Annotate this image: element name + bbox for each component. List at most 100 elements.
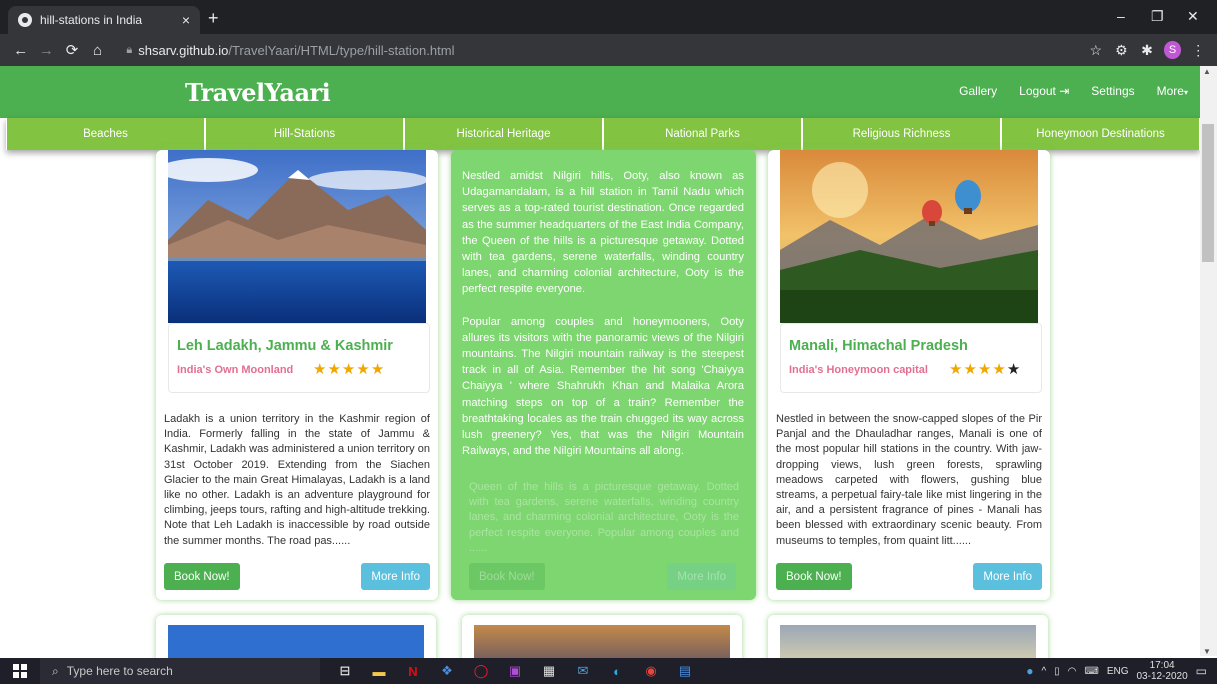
destination-tagline: India's Honeymoon capital xyxy=(789,364,928,376)
faded-description: Queen of the hills is a picturesque geta… xyxy=(469,481,739,554)
destination-card-ooty[interactable]: Queen of the hills is a picturesque geta… xyxy=(451,150,756,600)
star-icon: ★ xyxy=(356,361,371,378)
forward-arrow-icon[interactable]: → xyxy=(34,42,60,59)
star-empty-icon: ★ xyxy=(1006,361,1022,378)
opera-icon[interactable]: ◯ xyxy=(464,658,498,684)
profile-avatar[interactable]: S xyxy=(1163,41,1182,59)
nav-logout[interactable]: Logout ⇥ xyxy=(1019,84,1069,98)
nav-more[interactable]: More▾ xyxy=(1157,84,1188,98)
netflix-icon[interactable]: N xyxy=(396,658,430,684)
notification-icon[interactable]: ▭ xyxy=(1196,664,1207,678)
site-header: TravelYaari Gallery Logout ⇥ Settings Mo… xyxy=(0,66,1210,118)
overlay-paragraph-1: Nestled amidst Nilgiri hills, Ooty, also… xyxy=(462,170,744,296)
destination-title: Manali, Himachal Pradesh xyxy=(789,338,968,354)
category-hill-stations[interactable]: Hill-Stations xyxy=(205,118,404,150)
star-icon: ★ xyxy=(341,361,357,378)
nav-more-label: More xyxy=(1156,84,1184,98)
windows-logo-icon xyxy=(13,664,27,678)
clock-time: 17:04 xyxy=(1149,660,1175,671)
book-now-button[interactable]: Book Now! xyxy=(776,563,852,590)
book-now-button[interactable]: Book Now! xyxy=(469,563,545,590)
back-arrow-icon[interactable]: ← xyxy=(8,42,34,59)
browser-tab-bar: hill-stations in India × + – ❐ ✕ xyxy=(0,0,1217,34)
file-explorer-icon[interactable]: ▬ xyxy=(362,658,396,684)
star-icon: ★ xyxy=(963,361,978,378)
browser-tab[interactable]: hill-stations in India × xyxy=(8,6,200,34)
category-honeymoon-destinations[interactable]: Honeymoon Destinations xyxy=(1001,118,1200,150)
star-icon: ★ xyxy=(370,361,386,378)
category-beaches[interactable]: Beaches xyxy=(6,118,205,150)
app-icon[interactable]: ▤ xyxy=(668,658,702,684)
start-button[interactable] xyxy=(0,664,40,678)
store-icon[interactable]: ▦ xyxy=(532,658,566,684)
task-view-icon[interactable]: ⊟ xyxy=(328,658,362,684)
nav-gallery[interactable]: Gallery xyxy=(959,84,997,98)
url-field[interactable]: 🔒︎ shsarv.github.io /TravelYaari/HTML/ty… xyxy=(118,38,1083,62)
caret-down-icon: ▾ xyxy=(1183,88,1188,97)
language-indicator[interactable]: ENG xyxy=(1107,666,1129,677)
help-icon[interactable]: ● xyxy=(1026,664,1033,678)
rating-stars: ★★★★★ xyxy=(949,360,1021,378)
nav-settings[interactable]: Settings xyxy=(1091,84,1134,98)
category-historical-heritage[interactable]: Historical Heritage xyxy=(404,118,603,150)
minimize-button[interactable]: – xyxy=(1117,8,1125,24)
destination-description: Ladakh is a union territory in the Kashm… xyxy=(164,413,430,547)
clock[interactable]: 17:04 03-12-2020 xyxy=(1137,660,1188,682)
destination-description: Nestled in between the snow-capped slope… xyxy=(776,413,1042,547)
destination-card-manali: Manali, Himachal Pradesh India's Honeymo… xyxy=(768,150,1050,600)
scrollbar-thumb[interactable] xyxy=(1202,124,1214,262)
more-info-button[interactable]: More Info xyxy=(667,563,736,590)
overlay-text: Nestled amidst Nilgiri hills, Ooty, also… xyxy=(462,168,744,475)
scroll-down-arrow-icon[interactable]: ▼ xyxy=(1203,647,1211,656)
extensions-puzzle-icon[interactable]: ✱ xyxy=(1134,42,1160,59)
windows-taskbar: ⌕ Type here to search ⊟ ▬ N ❖ ◯ ▣ ▦ ✉ ◐ … xyxy=(0,658,1217,684)
category-religious-richness[interactable]: Religious Richness xyxy=(802,118,1001,150)
taskbar-search[interactable]: ⌕ Type here to search xyxy=(40,658,320,684)
lock-icon: 🔒︎ xyxy=(126,43,133,56)
category-bar: Beaches Hill-Stations Historical Heritag… xyxy=(6,118,1200,150)
card-info-box: Leh Ladakh, Jammu & Kashmir India's Own … xyxy=(168,323,430,393)
destination-title: Leh Ladakh, Jammu & Kashmir xyxy=(177,338,393,354)
wifi-icon[interactable]: ◠ xyxy=(1068,666,1077,677)
search-icon: ⌕ xyxy=(52,663,59,678)
manali-image xyxy=(780,150,1038,323)
destination-tagline: India's Own Moonland xyxy=(177,364,294,376)
url-host: shsarv.github.io xyxy=(138,42,229,58)
book-now-button[interactable]: Book Now! xyxy=(164,563,240,590)
overlay-paragraph-2: Popular among couples and honeymooners, … xyxy=(462,315,744,458)
mail-icon[interactable]: ✉ xyxy=(566,658,600,684)
top-nav: Gallery Logout ⇥ Settings More▾ xyxy=(959,84,1188,98)
keyboard-icon[interactable]: ⌨ xyxy=(1084,666,1098,677)
system-tray: ● ^ ▯ ◠ ⌨ ENG 17:04 03-12-2020 ▭ xyxy=(1026,658,1207,684)
battery-icon[interactable]: ▯ xyxy=(1054,666,1060,677)
more-info-button[interactable]: More Info xyxy=(361,563,430,590)
clock-date: 03-12-2020 xyxy=(1136,671,1188,682)
tab-close-icon[interactable]: × xyxy=(182,12,190,28)
taskbar-search-placeholder: Type here to search xyxy=(66,664,173,678)
reload-icon[interactable]: ⟳ xyxy=(59,41,85,59)
browser-menu-icon[interactable]: ⋮ xyxy=(1185,42,1211,59)
chrome-icon[interactable]: ◉ xyxy=(634,658,668,684)
url-path: /TravelYaari/HTML/type/hill-station.html xyxy=(228,42,455,58)
close-window-button[interactable]: ✕ xyxy=(1187,8,1199,25)
home-icon[interactable]: ⌂ xyxy=(85,42,111,59)
card-info-box: Manali, Himachal Pradesh India's Honeymo… xyxy=(780,323,1042,393)
scroll-up-arrow-icon[interactable]: ▲ xyxy=(1203,67,1211,76)
star-icon: ★ xyxy=(327,361,342,378)
leh-ladakh-image xyxy=(168,150,426,323)
star-icon: ★ xyxy=(313,361,328,378)
tab-title: hill-stations in India xyxy=(40,13,143,27)
edge-icon[interactable]: ◐ xyxy=(600,658,634,684)
restore-button[interactable]: ❐ xyxy=(1151,8,1164,25)
chevron-up-icon[interactable]: ^ xyxy=(1041,666,1046,677)
extension-icon[interactable]: ⚙ xyxy=(1109,42,1135,59)
dropbox-icon[interactable]: ❖ xyxy=(430,658,464,684)
brand-logo[interactable]: TravelYaari xyxy=(185,78,331,107)
rating-stars: ★★★★★ xyxy=(313,360,385,378)
category-national-parks[interactable]: National Parks xyxy=(603,118,802,150)
bookmark-star-icon[interactable]: ☆ xyxy=(1083,42,1109,59)
more-info-button[interactable]: More Info xyxy=(973,563,1042,590)
new-tab-button[interactable]: + xyxy=(208,8,219,29)
logout-icon: ⇥ xyxy=(1059,84,1070,98)
onenote-icon[interactable]: ▣ xyxy=(498,658,532,684)
